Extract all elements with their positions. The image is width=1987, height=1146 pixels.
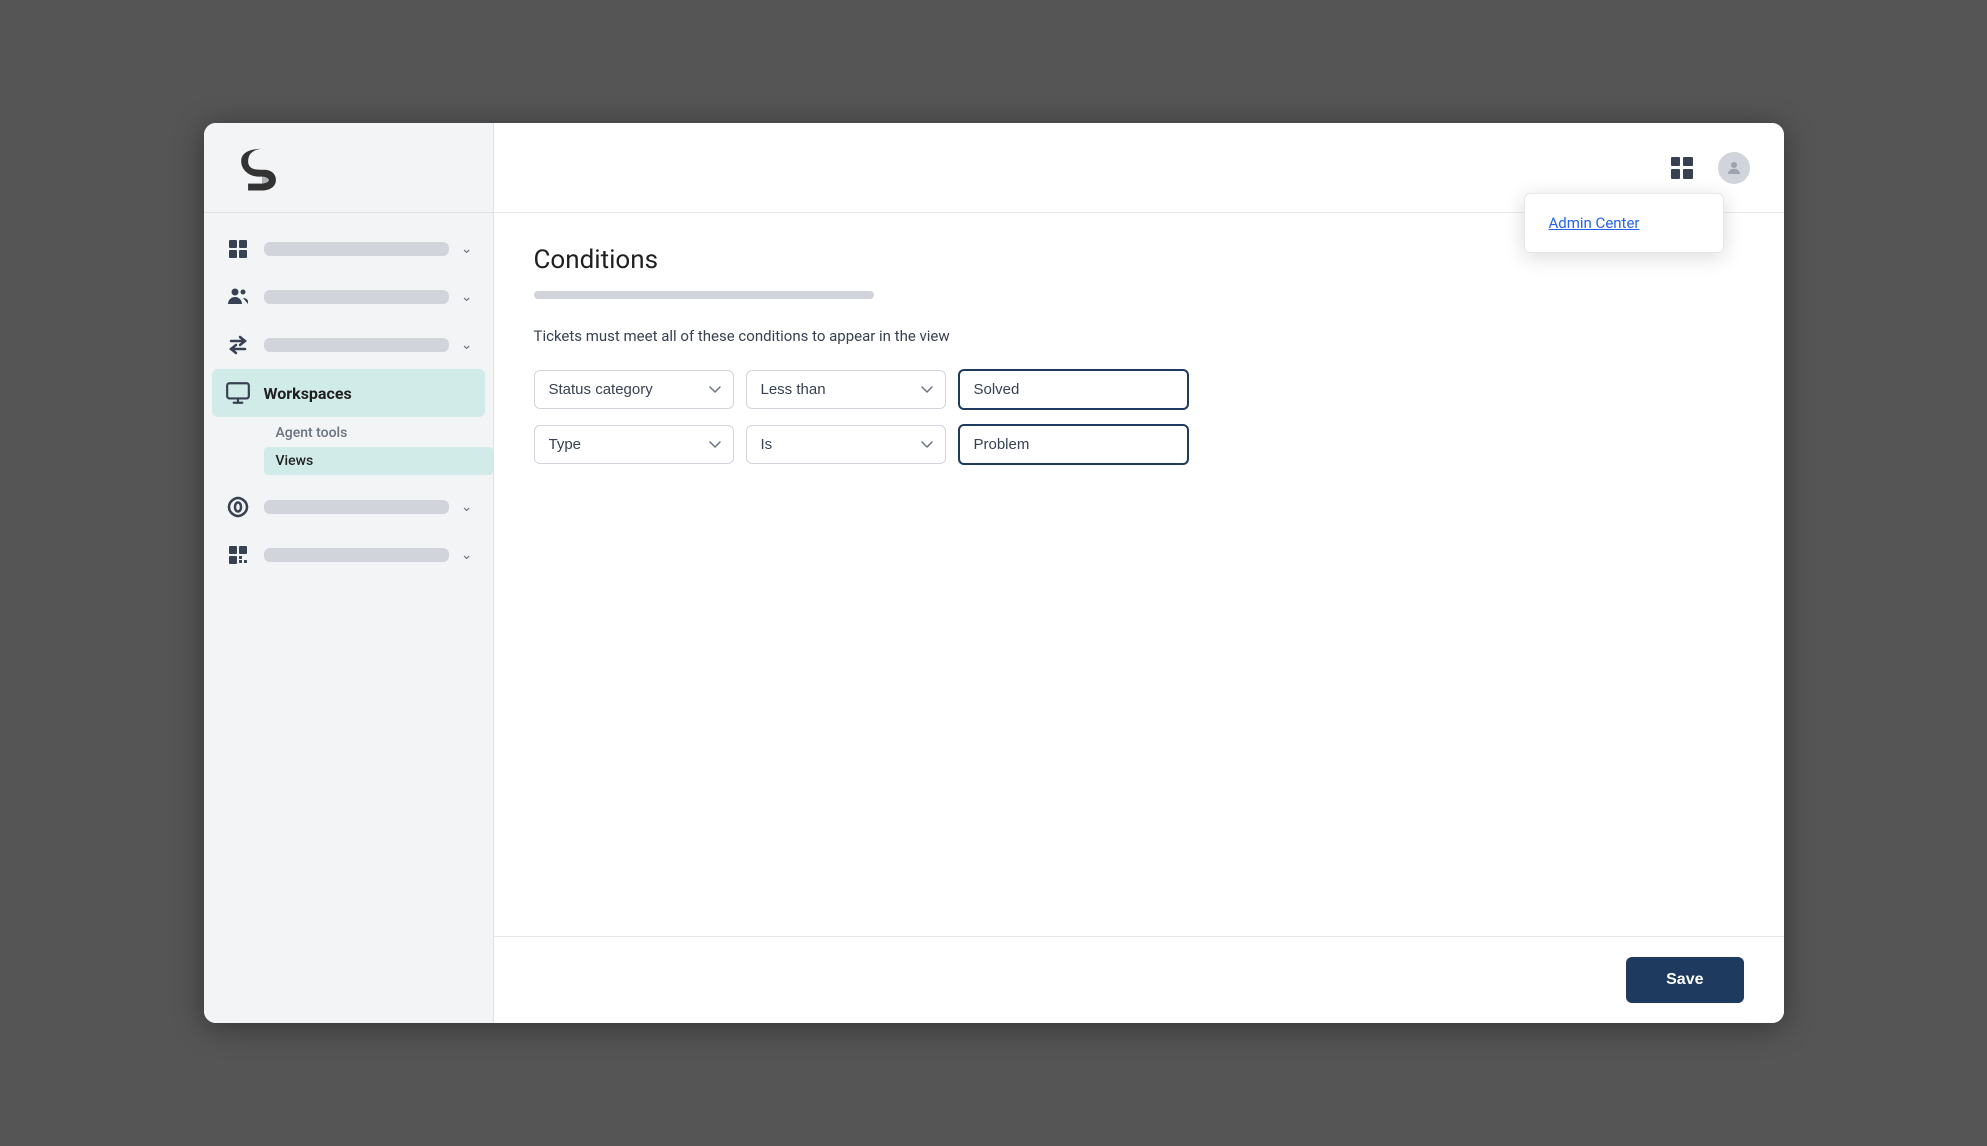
sidebar-item-arrows-chevron: ⌄	[461, 337, 473, 353]
condition-2-field-select[interactable]: Status category Type Priority Assignee	[534, 425, 734, 464]
grid-icon	[1671, 157, 1693, 179]
sidebar-item-buildings[interactable]: ⌄	[204, 225, 493, 273]
sidebar-item-apps-chevron: ⌄	[461, 547, 473, 563]
condition-2-value-input[interactable]	[958, 424, 1189, 465]
page-content: Conditions Tickets must meet all of thes…	[494, 213, 1784, 936]
sidebar-subnav: Agent tools Views	[204, 417, 493, 475]
admin-center-menu-item[interactable]: Admin Center	[1525, 202, 1723, 244]
sidebar-item-arrows-label-placeholder	[264, 338, 449, 352]
condition-1-value-input[interactable]	[958, 369, 1189, 410]
grid-icon-cell-2	[1683, 157, 1693, 167]
apps-icon	[224, 541, 252, 569]
user-account-button[interactable]	[1716, 150, 1752, 186]
monitor-icon	[224, 379, 252, 407]
sidebar: ⌄ ⌄	[204, 123, 494, 1023]
main-content: Admin Center Conditions Tickets must mee…	[494, 123, 1784, 1023]
sidebar-item-arrows[interactable]: ⌄	[204, 321, 493, 369]
sidebar-item-apps[interactable]: ⌄	[204, 531, 493, 579]
sidebar-item-people-label-placeholder	[264, 290, 449, 304]
apps-grid-button[interactable]	[1664, 150, 1700, 186]
progress-bar	[534, 291, 874, 299]
sidebar-item-workspaces[interactable]: Workspaces	[212, 369, 485, 417]
zendesk-logo-icon	[236, 142, 288, 194]
sidebar-item-people[interactable]: ⌄	[204, 273, 493, 321]
sidebar-item-apps-label-placeholder	[264, 548, 449, 562]
sidebar-logo	[204, 123, 493, 213]
app-window: ⌄ ⌄	[204, 123, 1784, 1023]
user-icon	[1718, 152, 1750, 184]
routing-icon	[224, 493, 252, 521]
people-icon	[224, 283, 252, 311]
sidebar-item-buildings-label-placeholder	[264, 242, 449, 256]
sidebar-item-routing-chevron: ⌄	[461, 499, 473, 515]
grid-icon-cell-1	[1671, 157, 1681, 167]
sidebar-item-buildings-chevron: ⌄	[461, 241, 473, 257]
sidebar-nav: ⌄ ⌄	[204, 213, 493, 1023]
grid-icon-cell-4	[1683, 169, 1693, 179]
conditions-description: Tickets must meet all of these condition…	[534, 327, 1744, 345]
sidebar-item-people-chevron: ⌄	[461, 289, 473, 305]
condition-row-2: Status category Type Priority Assignee I…	[534, 424, 1744, 465]
condition-1-operator-select[interactable]: Is Is not Less than Greater than	[746, 370, 946, 409]
save-button[interactable]: Save	[1626, 957, 1743, 1003]
condition-1-field-select[interactable]: Status category Type Priority Assignee	[534, 370, 734, 409]
header: Admin Center	[494, 123, 1784, 213]
buildings-icon	[224, 235, 252, 263]
page-footer: Save	[494, 936, 1784, 1023]
header-icons	[1664, 150, 1752, 186]
sidebar-item-workspaces-label: Workspaces	[264, 384, 352, 403]
condition-2-operator-select[interactable]: Is Is not Less than Greater than	[746, 425, 946, 464]
grid-icon-cell-3	[1671, 169, 1681, 179]
dropdown-menu: Admin Center	[1524, 193, 1724, 253]
subnav-section-label: Agent tools	[264, 421, 493, 447]
sidebar-item-routing-label-placeholder	[264, 500, 449, 514]
arrows-icon	[224, 331, 252, 359]
sidebar-item-views[interactable]: Views	[264, 447, 493, 475]
condition-row-1: Status category Type Priority Assignee I…	[534, 369, 1744, 410]
sidebar-item-routing[interactable]: ⌄	[204, 483, 493, 531]
